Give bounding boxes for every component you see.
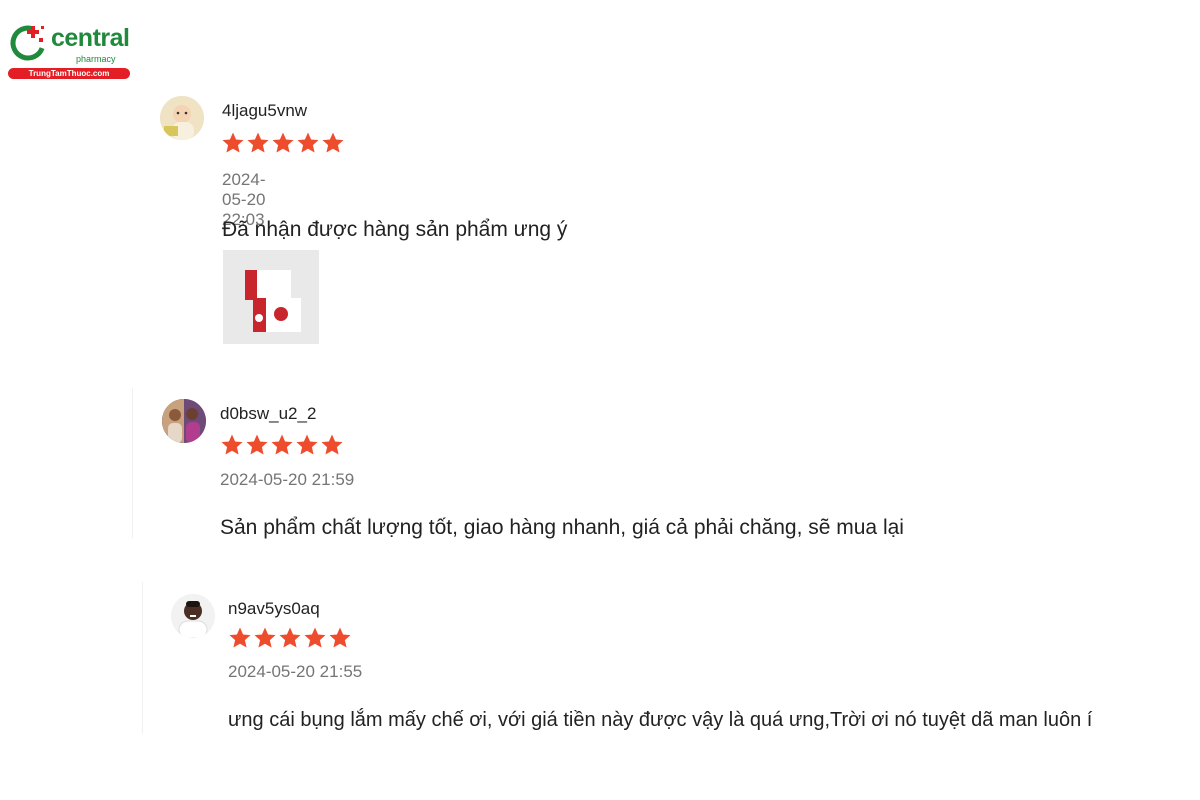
review-username: d0bsw_u2_2	[220, 404, 317, 423]
review-photo-thumbnail[interactable]	[223, 250, 319, 344]
avatar-baby-icon	[160, 96, 204, 140]
logo-wordmark: central	[51, 24, 130, 52]
star-icon	[328, 626, 352, 650]
star-icon	[221, 131, 245, 155]
product-box-icon	[223, 250, 319, 344]
star-icon	[271, 131, 295, 155]
star-icon	[278, 626, 302, 650]
review-comment: Sản phẩm chất lượng tốt, giao hàng nhanh…	[220, 516, 904, 539]
star-icon	[296, 131, 320, 155]
central-pharmacy-logo[interactable]: central pharmacy TrungTamThuoc.com	[6, 20, 130, 82]
review-item	[142, 582, 143, 734]
star-icon	[253, 626, 277, 650]
star-icon	[321, 131, 345, 155]
star-icon	[220, 433, 244, 457]
star-rating	[221, 131, 345, 155]
star-icon	[295, 433, 319, 457]
star-icon	[303, 626, 327, 650]
star-rating	[228, 626, 352, 650]
star-icon	[246, 131, 270, 155]
review-item	[132, 388, 133, 538]
star-icon	[320, 433, 344, 457]
avatar-man-icon	[171, 594, 215, 638]
review-date: 2024-05-20 21:59	[220, 470, 355, 489]
logo-site-banner: TrungTamThuoc.com	[8, 68, 130, 79]
star-icon	[270, 433, 294, 457]
avatar[interactable]	[160, 96, 204, 140]
review-username: n9av5ys0aq	[228, 599, 320, 618]
avatar[interactable]	[162, 399, 206, 443]
avatar[interactable]	[171, 594, 215, 638]
logo-mark-icon	[10, 25, 46, 61]
star-icon	[245, 433, 269, 457]
review-comment: Đã nhận được hàng sản phẩm ưng ý	[222, 218, 568, 241]
review-comment: ưng cái bụng lắm mấy chế ơi, với giá tiề…	[228, 709, 1093, 731]
logo-subtitle: pharmacy	[76, 54, 116, 64]
review-username: 4ljagu5vnw	[222, 101, 308, 120]
star-icon	[228, 626, 252, 650]
review-date: 2024-05-20 21:55	[228, 662, 363, 681]
avatar-two-women-icon	[162, 399, 206, 443]
star-rating	[220, 433, 344, 457]
